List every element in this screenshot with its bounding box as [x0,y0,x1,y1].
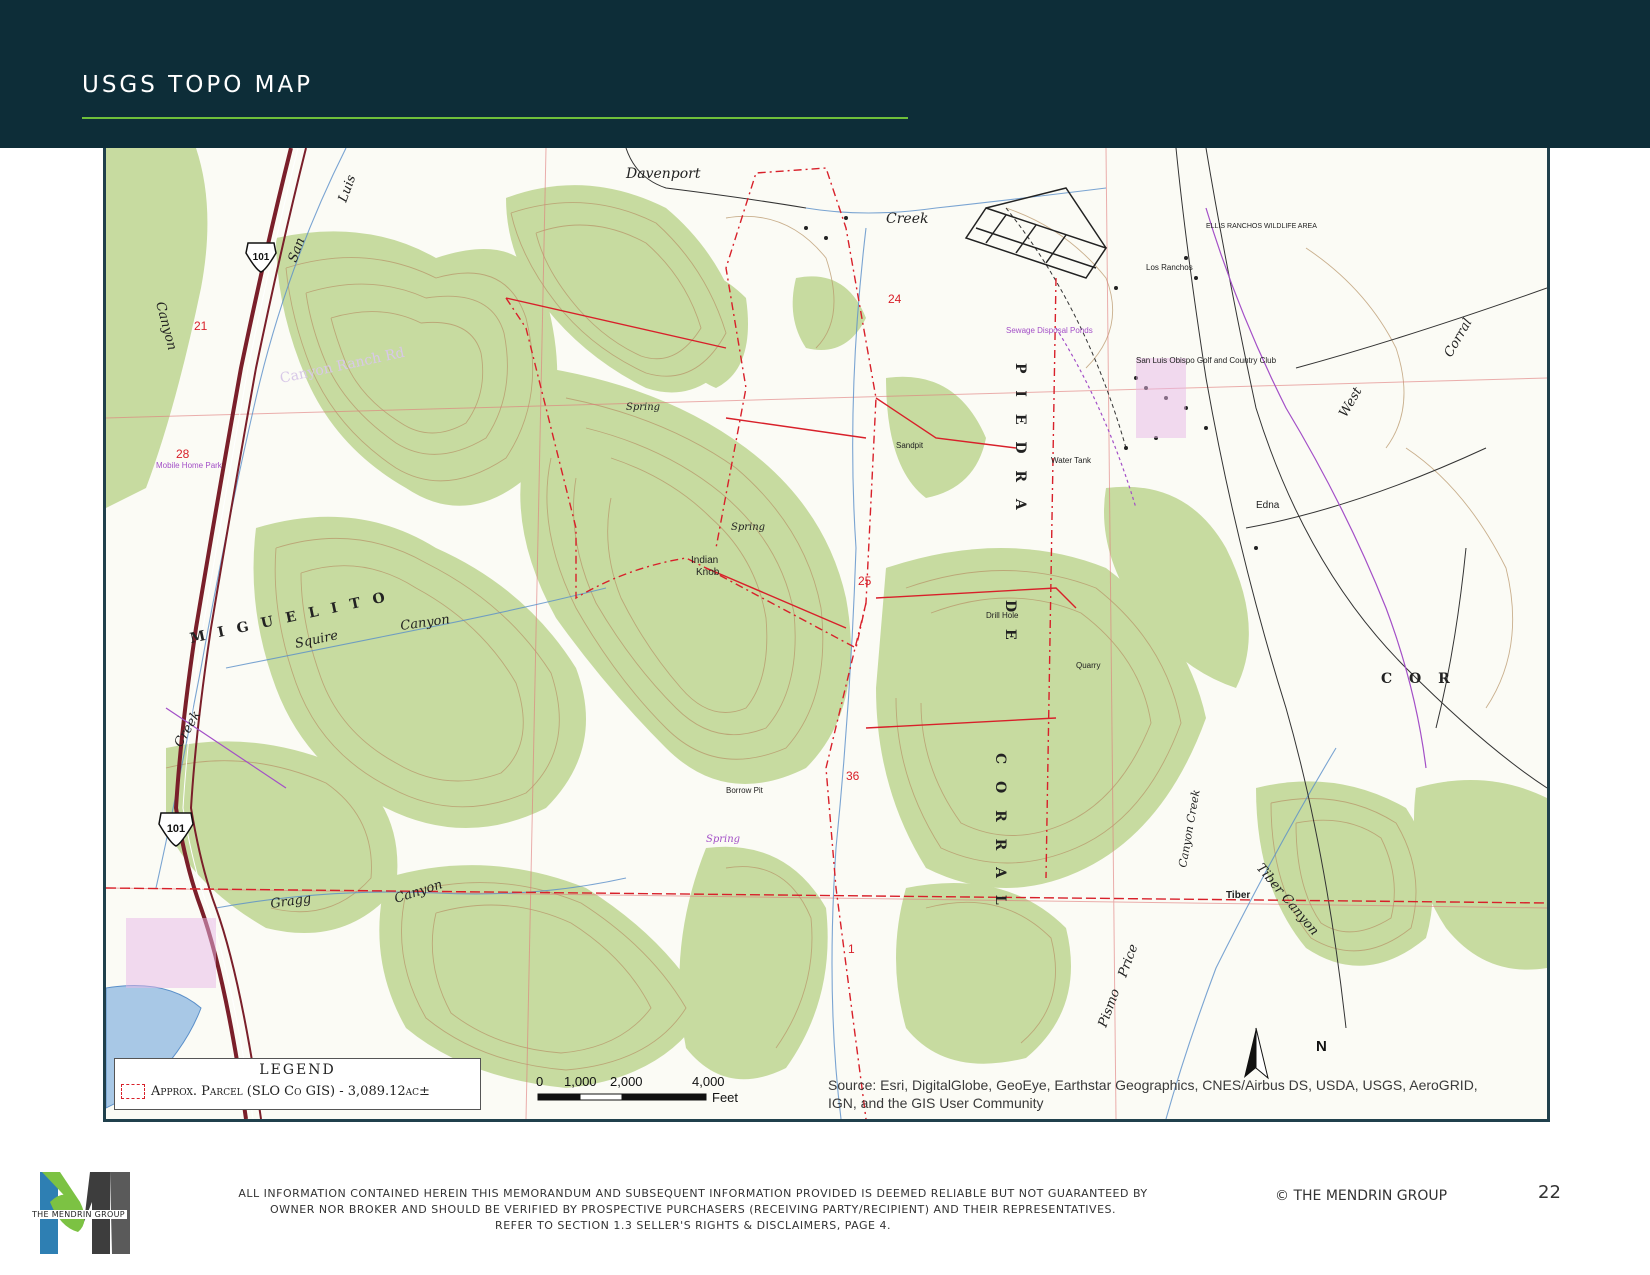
topo-map[interactable]: 101 101 Davenport Creek San Luis Canyon … [103,148,1550,1122]
label-los-ranchos: Los Ranchos [1146,263,1193,272]
label-edna: Edna [1256,500,1280,511]
label-spring-3: Spring [706,834,740,845]
page-title: USGS TOPO MAP [82,72,314,98]
north-label: N [1316,1038,1327,1055]
scale-tick-0: 0 [536,1074,544,1089]
disclaimer-line-3: REFER TO SECTION 1.3 SELLER'S RIGHTS & D… [495,1219,891,1232]
scale-bar [537,1093,707,1101]
label-mobile-home: Mobile Home Park [156,461,223,470]
map-legend: LEGEND Approx. Parcel (SLO Co GIS) - 3,0… [114,1058,481,1110]
label-corral: C O R R A L [992,753,1008,911]
footer-disclaimer: ALL INFORMATION CONTAINED HEREIN THIS ME… [168,1186,1218,1234]
label-de: D E [1002,600,1018,646]
legend-title: LEGEND [259,1062,336,1078]
map-canvas[interactable]: 101 101 Davenport Creek San Luis Canyon … [106,148,1547,1119]
legend-label: Approx. Parcel (SLO Co GIS) - 3,089.12ac… [151,1084,430,1099]
section-1: 1 [848,942,855,956]
label-creek-top: Creek [886,211,928,227]
label-knob: Knob [696,567,720,578]
label-wildlife: ELLIS RANCHOS WILDLIFE AREA [1206,223,1317,230]
label-sandpit: Sandpit [896,441,924,450]
label-sewage: Sewage Disposal Ponds [1006,326,1093,335]
header-rule [82,117,908,119]
disclaimer-line-1: ALL INFORMATION CONTAINED HEREIN THIS ME… [238,1187,1148,1200]
disclaimer-line-2: OWNER NOR BROKER AND SHOULD BE VERIFIED … [269,1203,1117,1216]
label-davenport: Davenport [625,166,701,182]
section-28: 28 [176,447,190,461]
section-21: 21 [194,319,208,333]
section-36: 36 [846,769,860,783]
label-borrow-pit: Borrow Pit [726,786,764,795]
label-drill-hole: Drill Hole [986,611,1019,620]
label-spring-2: Spring [731,522,765,533]
parcel-swatch [121,1084,145,1099]
scale-tick-1000: 1,000 [564,1074,597,1089]
legend-row: Approx. Parcel (SLO Co GIS) - 3,089.12ac… [121,1084,430,1099]
label-indian: Indian [691,555,718,566]
page-number: 22 [1538,1182,1561,1203]
label-quarry: Quarry [1076,661,1100,670]
label-country-club: San Luis Obispo Golf and Country Club [1136,356,1277,365]
section-24: 24 [888,292,902,306]
page-header: USGS TOPO MAP [0,0,1650,148]
logo-text: THE MENDRIN GROUP [30,1210,127,1219]
section-25: 25 [858,574,872,588]
label-water-tank: Water Tank [1051,456,1092,465]
scale-unit: Feet [712,1090,739,1105]
map-source-credit: Source: Esri, DigitalGlobe, GeoEye, Eart… [828,1077,1478,1111]
label-cor-right: C O R [1381,671,1456,687]
scale-tick-2000: 2,000 [610,1074,643,1089]
label-piedra: P I E D R A [1012,363,1028,516]
hwy-101-label-south: 101 [167,823,185,835]
copyright: © THE MENDRIN GROUP [1275,1188,1448,1204]
label-spring-1: Spring [626,402,660,413]
label-tiber: Tiber [1226,890,1250,901]
hwy-101-label: 101 [253,252,270,263]
scale-tick-4000: 4,000 [692,1074,725,1089]
